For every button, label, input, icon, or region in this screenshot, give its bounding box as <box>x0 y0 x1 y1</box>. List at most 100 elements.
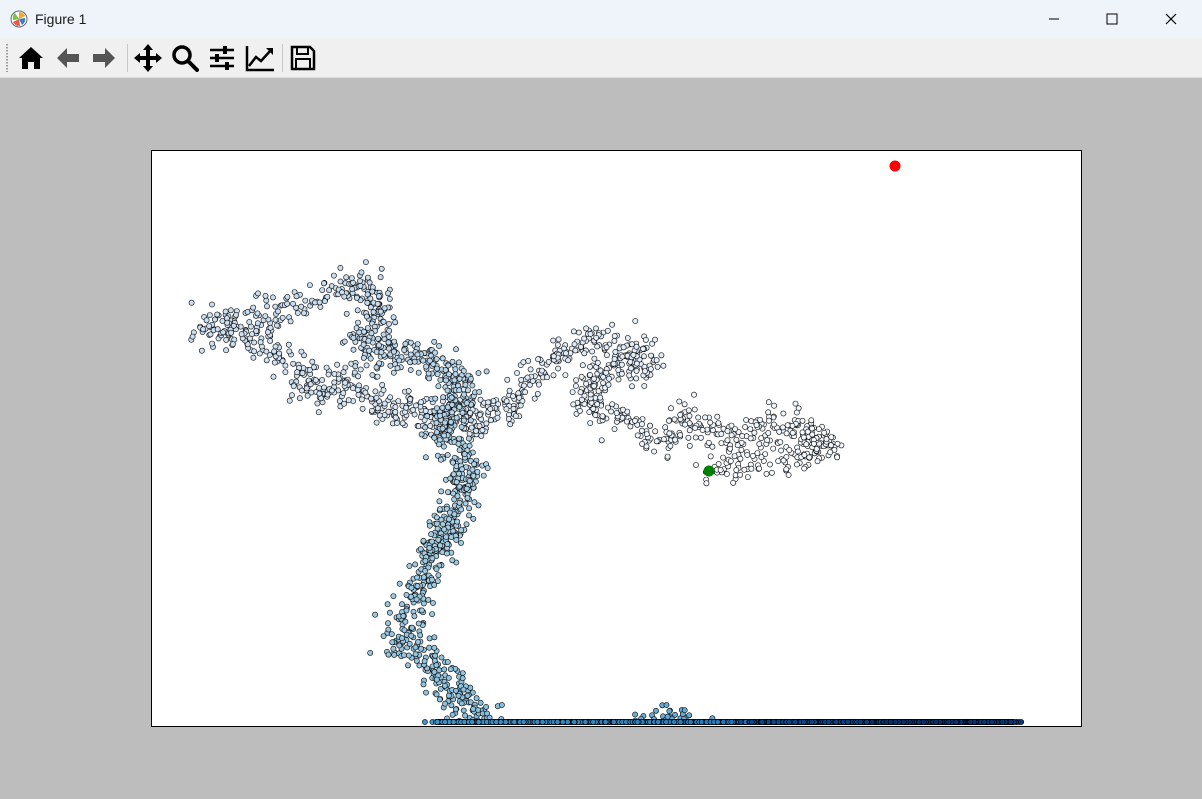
walk-point <box>587 363 593 370</box>
walk-point <box>744 452 751 458</box>
walk-point <box>357 366 364 373</box>
toolbar-grip[interactable] <box>6 44 8 72</box>
walk-point <box>666 430 673 437</box>
walk-point <box>821 429 828 436</box>
edit-axes-button[interactable] <box>243 41 277 75</box>
walk-point <box>630 351 637 358</box>
walk-point <box>290 360 297 367</box>
walk-point <box>324 293 331 300</box>
walk-point <box>209 340 215 347</box>
walk-point <box>378 349 385 356</box>
walk-point <box>331 370 338 377</box>
walk-point <box>434 719 441 725</box>
walk-point <box>578 396 585 403</box>
walk-point <box>433 566 440 572</box>
walk-point <box>475 370 482 376</box>
maximize-button[interactable] <box>1083 0 1141 38</box>
walk-point <box>439 425 446 432</box>
walk-point <box>799 429 806 436</box>
walk-point <box>733 436 740 443</box>
home-button[interactable] <box>14 41 48 75</box>
walk-point <box>302 297 309 304</box>
walk-point <box>759 719 765 725</box>
walk-point <box>544 374 550 381</box>
walk-point <box>591 383 597 389</box>
pan-button[interactable] <box>131 41 165 75</box>
walk-point <box>579 362 586 369</box>
walk-point <box>609 401 616 408</box>
zoom-button[interactable] <box>168 41 202 75</box>
walk-point <box>405 662 411 669</box>
walk-point <box>591 355 598 362</box>
walk-point <box>396 357 402 364</box>
walk-point <box>583 380 589 387</box>
walk-point <box>477 396 484 403</box>
walk-point <box>470 706 477 712</box>
walk-point <box>401 347 408 353</box>
walk-point <box>341 293 348 300</box>
walk-point <box>449 459 456 466</box>
walk-point <box>524 374 531 381</box>
walk-point <box>385 290 391 297</box>
walk-point <box>312 377 319 383</box>
walk-point <box>274 322 280 329</box>
walk-point <box>449 711 456 718</box>
walk-point <box>641 353 647 360</box>
walk-point <box>602 719 609 725</box>
save-button[interactable] <box>286 41 320 75</box>
walk-point <box>691 406 698 413</box>
walk-point <box>343 310 350 317</box>
forward-button[interactable] <box>87 41 121 75</box>
walk-point <box>816 426 822 432</box>
walk-point <box>420 574 427 581</box>
walk-point <box>321 384 327 391</box>
walk-point <box>367 355 374 362</box>
walk-point <box>433 405 440 411</box>
back-button[interactable] <box>51 41 85 75</box>
walk-point <box>458 527 464 533</box>
walk-point <box>435 383 442 390</box>
walk-point <box>593 334 600 341</box>
walk-point <box>465 435 472 442</box>
walk-point <box>422 408 429 414</box>
walk-point <box>381 400 388 407</box>
walk-point <box>590 405 597 412</box>
configure-subplots-button[interactable] <box>205 41 239 75</box>
walk-point <box>426 635 433 642</box>
walk-point <box>445 692 452 699</box>
walk-point <box>307 381 314 388</box>
walk-point <box>718 440 725 446</box>
walk-point <box>823 436 830 442</box>
walk-point <box>319 287 326 293</box>
walk-point <box>413 402 419 409</box>
walk-point <box>385 620 391 627</box>
walk-point <box>368 395 374 402</box>
walk-point <box>364 291 371 298</box>
walk-point <box>605 381 612 388</box>
walk-point <box>351 369 358 376</box>
walk-point <box>577 389 584 396</box>
walk-point <box>368 407 375 414</box>
walk-point <box>438 488 445 495</box>
walk-point <box>272 316 279 323</box>
walk-point <box>399 420 406 427</box>
walk-point <box>449 409 455 416</box>
walk-point <box>469 719 475 725</box>
close-button[interactable] <box>1142 0 1200 38</box>
plot-axes[interactable] <box>151 150 1082 727</box>
walk-point <box>663 719 670 725</box>
walk-point <box>271 348 277 355</box>
walk-point <box>337 265 344 271</box>
walk-point <box>769 469 775 476</box>
walk-point <box>624 335 631 341</box>
walk-point <box>756 465 762 472</box>
walk-point <box>642 336 649 343</box>
minimize-button[interactable] <box>1025 0 1083 38</box>
walk-point <box>438 654 445 661</box>
walk-point <box>786 447 793 453</box>
walk-point <box>484 465 491 471</box>
walk-point <box>238 331 245 338</box>
walk-point <box>792 719 799 725</box>
walk-point <box>777 439 784 445</box>
walk-point <box>445 362 452 369</box>
